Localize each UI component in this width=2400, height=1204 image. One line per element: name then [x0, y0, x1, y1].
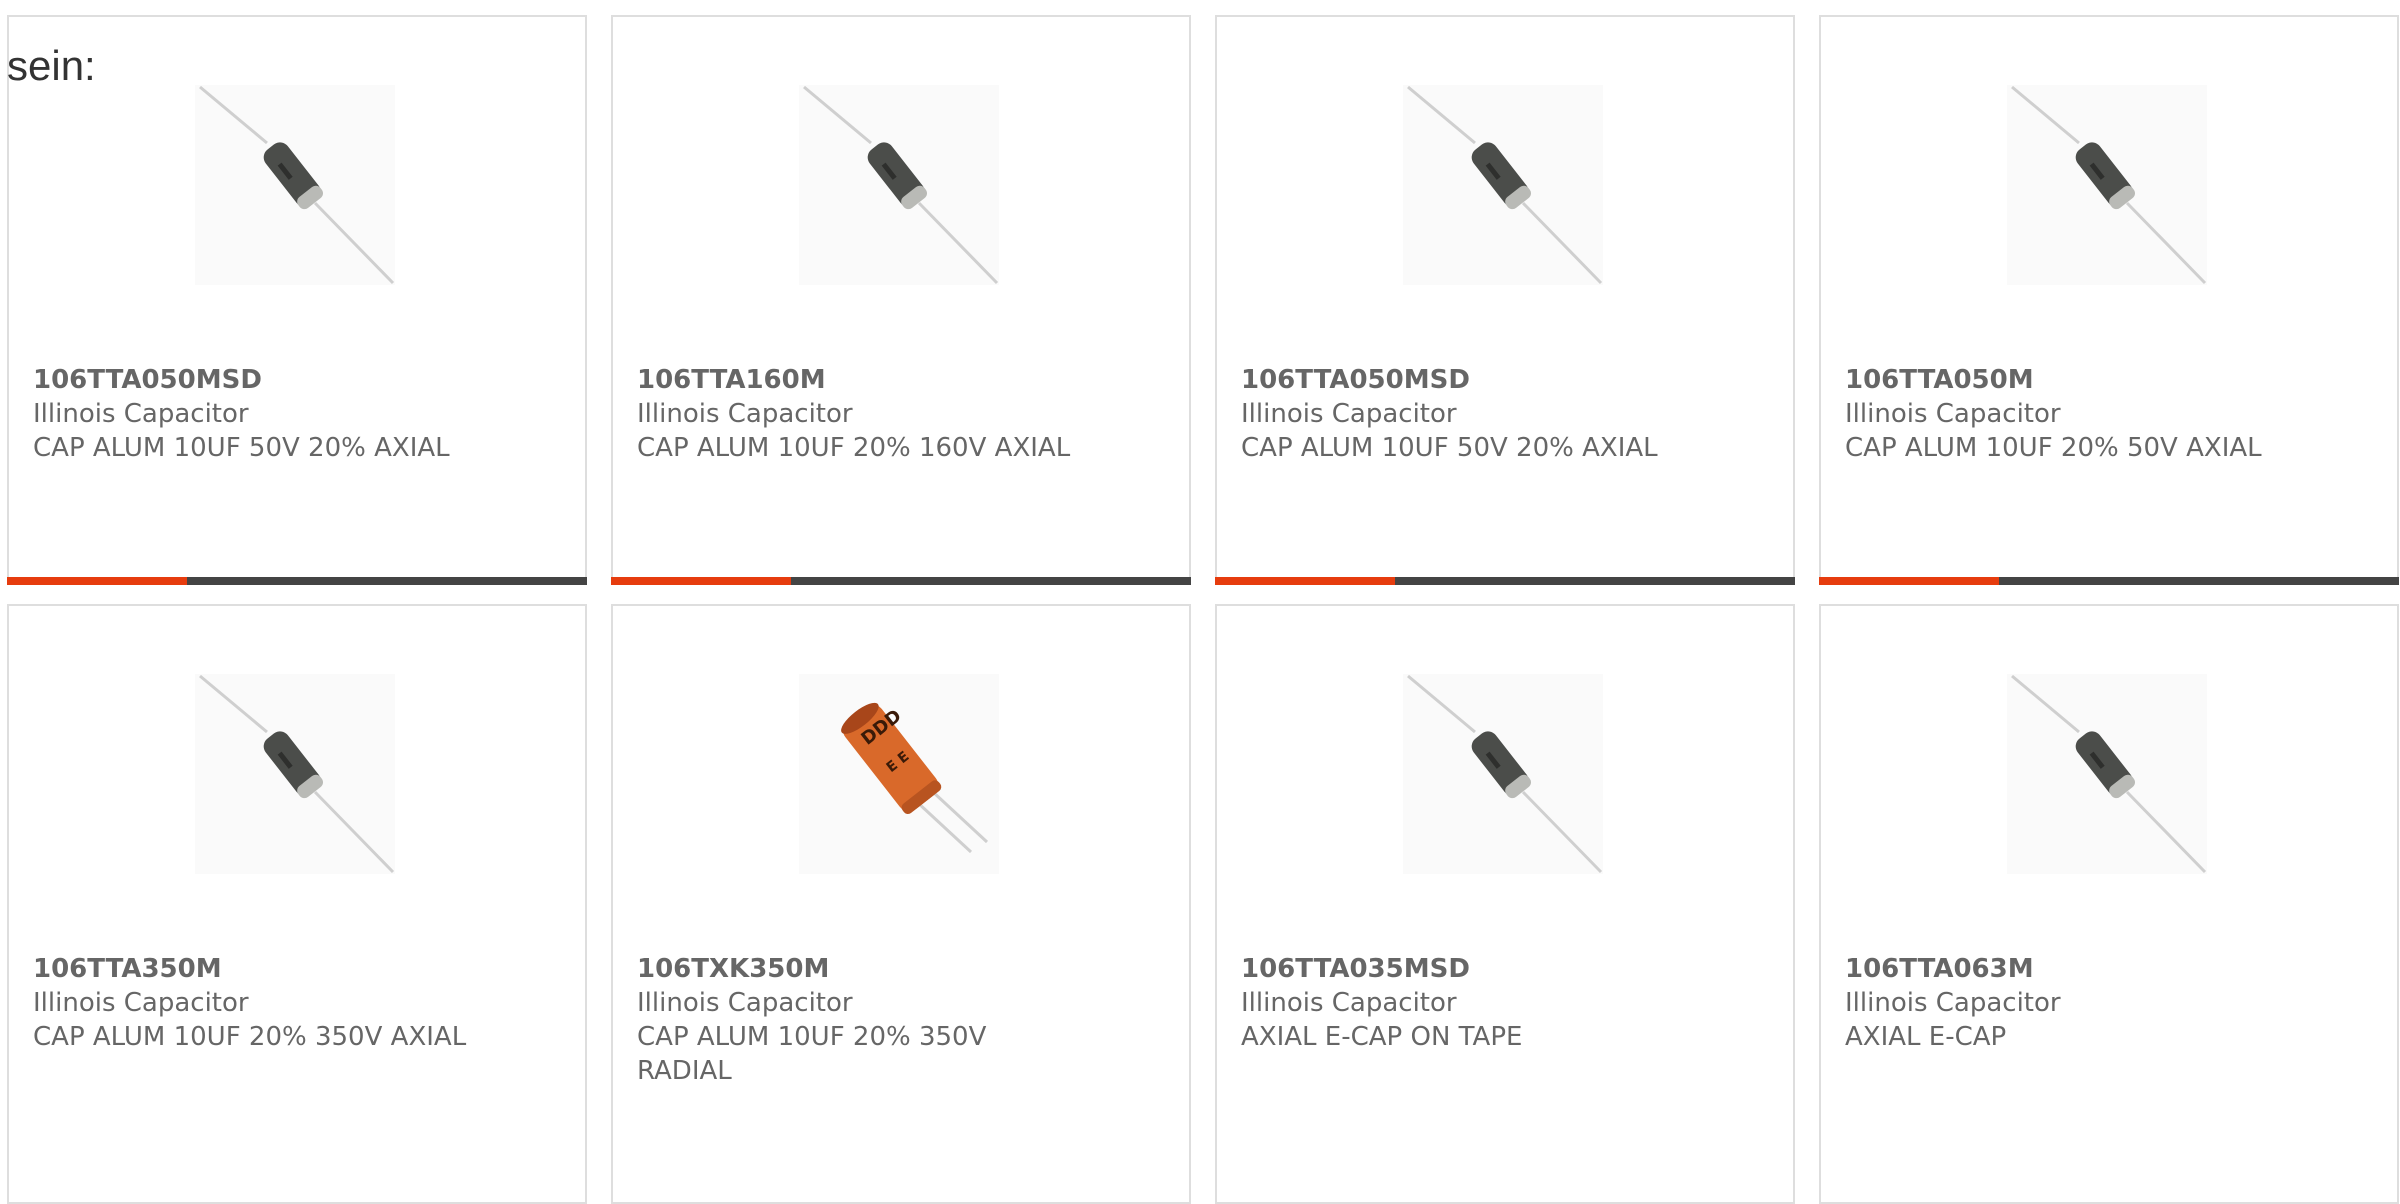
product-description: CAP ALUM 10UF 20% 50V AXIAL: [1845, 433, 2262, 463]
axial-capacitor-icon: [1403, 85, 1603, 285]
product-card[interactable]: 106TTA050MSD Illinois Capacitor CAP ALUM…: [7, 15, 587, 585]
progress-fill: [7, 577, 187, 585]
radial-capacitor-icon: DDD E E: [799, 674, 999, 874]
manufacturer-name: Illinois Capacitor: [1845, 399, 2061, 429]
product-card[interactable]: 106TTA160M Illinois Capacitor CAP ALUM 1…: [611, 15, 1191, 585]
progress-fill: [1819, 577, 1999, 585]
part-number-link[interactable]: 106TTA050MSD: [33, 363, 503, 397]
progress-bar: [1819, 577, 2399, 585]
manufacturer-name: Illinois Capacitor: [1241, 399, 1457, 429]
part-number-link[interactable]: 106TTA063M: [1845, 952, 2315, 986]
axial-capacitor-icon: [195, 85, 395, 285]
product-card[interactable]: DDD E E 106TXK350M Illinois Capacitor CA…: [611, 604, 1191, 1204]
product-description: CAP ALUM 10UF 20% 350V RADIAL: [637, 1022, 987, 1086]
page-prefix-text: sein:: [7, 42, 96, 89]
manufacturer-name: Illinois Capacitor: [1241, 988, 1457, 1018]
product-card[interactable]: 106TTA050MSD Illinois Capacitor CAP ALUM…: [1215, 15, 1795, 585]
progress-bar: [611, 577, 1191, 585]
manufacturer-name: Illinois Capacitor: [33, 399, 249, 429]
axial-capacitor-icon: [195, 674, 395, 874]
part-number-link[interactable]: 106TTA160M: [637, 363, 1107, 397]
part-number-link[interactable]: 106TTA050MSD: [1241, 363, 1711, 397]
product-description: AXIAL E-CAP: [1845, 1022, 2007, 1052]
manufacturer-name: Illinois Capacitor: [637, 399, 853, 429]
part-number-link[interactable]: 106TXK350M: [637, 952, 1107, 986]
progress-bar: [1215, 577, 1795, 585]
product-description: CAP ALUM 10UF 50V 20% AXIAL: [1241, 433, 1658, 463]
manufacturer-name: Illinois Capacitor: [637, 988, 853, 1018]
part-number-link[interactable]: 106TTA050M: [1845, 363, 2315, 397]
product-card[interactable]: 106TTA063M Illinois Capacitor AXIAL E-CA…: [1819, 604, 2399, 1204]
part-number-link[interactable]: 106TTA035MSD: [1241, 952, 1711, 986]
manufacturer-name: Illinois Capacitor: [33, 988, 249, 1018]
axial-capacitor-icon: [2007, 674, 2207, 874]
product-card[interactable]: 106TTA050M Illinois Capacitor CAP ALUM 1…: [1819, 15, 2399, 585]
axial-capacitor-icon: [1403, 674, 1603, 874]
manufacturer-name: Illinois Capacitor: [1845, 988, 2061, 1018]
progress-fill: [611, 577, 791, 585]
progress-fill: [1215, 577, 1395, 585]
product-description: CAP ALUM 10UF 20% 160V AXIAL: [637, 433, 1071, 463]
product-card[interactable]: 106TTA035MSD Illinois Capacitor AXIAL E-…: [1215, 604, 1795, 1204]
product-description: CAP ALUM 10UF 50V 20% AXIAL: [33, 433, 450, 463]
axial-capacitor-icon: [799, 85, 999, 285]
product-description: CAP ALUM 10UF 20% 350V AXIAL: [33, 1022, 467, 1052]
axial-capacitor-icon: [2007, 85, 2207, 285]
product-card[interactable]: 106TTA350M Illinois Capacitor CAP ALUM 1…: [7, 604, 587, 1204]
progress-bar: [7, 577, 587, 585]
part-number-link[interactable]: 106TTA350M: [33, 952, 503, 986]
product-description: AXIAL E-CAP ON TAPE: [1241, 1022, 1523, 1052]
